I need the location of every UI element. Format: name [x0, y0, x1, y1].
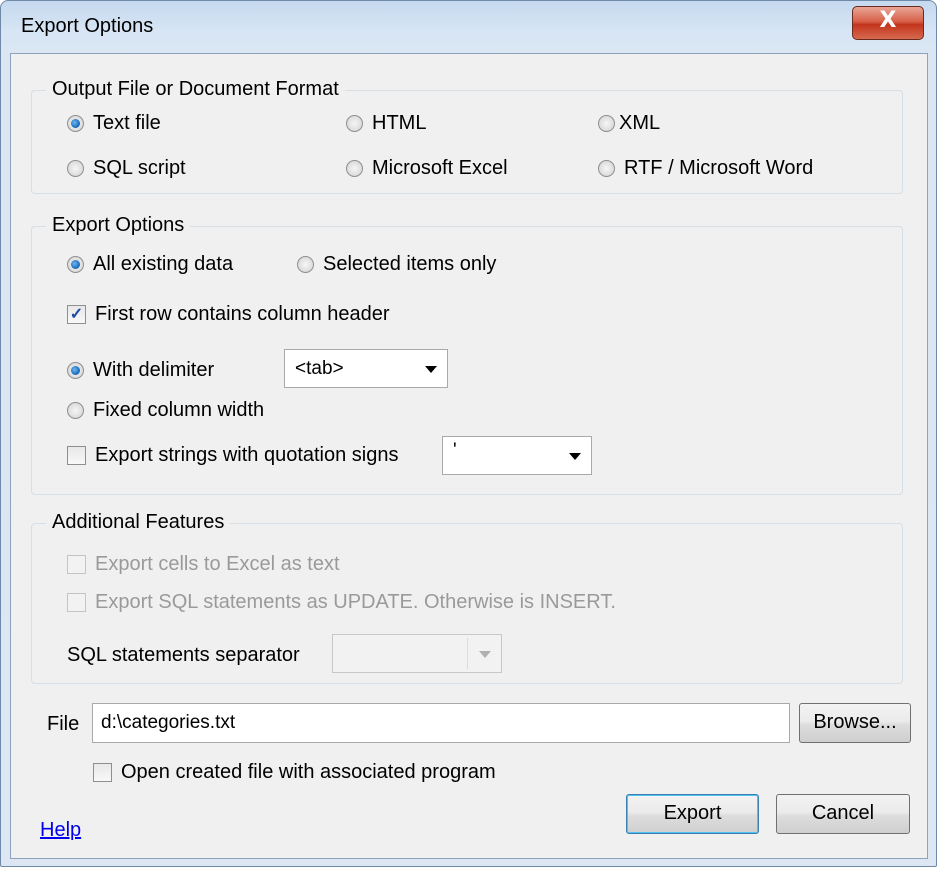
excel-text-checkbox[interactable]: Export cells to Excel as text [67, 553, 340, 576]
with-delimiter-label: With delimiter [93, 359, 215, 381]
sql-update-checkbox[interactable]: Export SQL statements as UPDATE. Otherwi… [67, 591, 616, 614]
browse-button[interactable]: Browse... [799, 703, 911, 743]
checkbox-icon [93, 763, 112, 782]
dropdown-divider [467, 638, 468, 669]
all-data-radio[interactable]: All existing data [67, 253, 233, 276]
radio-icon [598, 160, 615, 177]
chevron-down-icon [569, 453, 581, 460]
format-text-radio[interactable]: Text file [67, 112, 161, 135]
radio-icon [346, 115, 363, 132]
format-html-label: HTML [372, 112, 427, 134]
format-sql-radio[interactable]: SQL script [67, 157, 186, 180]
with-delimiter-radio[interactable]: With delimiter [67, 359, 214, 382]
format-rtf-radio[interactable]: RTF / Microsoft Word [598, 157, 813, 180]
export-button[interactable]: Export [626, 794, 759, 834]
format-excel-radio[interactable]: Microsoft Excel [346, 157, 508, 180]
excel-text-label: Export cells to Excel as text [95, 553, 340, 575]
selected-only-label: Selected items only [323, 253, 497, 275]
radio-icon [297, 256, 314, 273]
open-created-checkbox[interactable]: Open created file with associated progra… [93, 761, 496, 784]
radio-icon [67, 160, 84, 177]
chevron-down-icon [425, 366, 437, 373]
first-row-header-checkbox[interactable]: ✓ First row contains column header [67, 303, 390, 326]
checkbox-icon [67, 446, 86, 465]
format-sql-label: SQL script [93, 157, 186, 179]
close-icon: X [879, 8, 897, 33]
checkbox-icon [67, 593, 86, 612]
dialog-body: Output File or Document Format Text file… [10, 53, 928, 859]
additional-features-group-title: Additional Features [46, 511, 231, 534]
quote-select[interactable]: ' [442, 436, 592, 475]
quote-strings-checkbox[interactable]: Export strings with quotation signs [67, 444, 399, 467]
export-options-dialog: Export Options X Output File or Document… [0, 0, 937, 867]
radio-icon [67, 362, 84, 379]
chevron-down-icon [479, 651, 491, 658]
format-group-title: Output File or Document Format [46, 78, 345, 101]
format-rtf-label: RTF / Microsoft Word [624, 157, 814, 179]
help-link[interactable]: Help [40, 819, 81, 842]
selected-only-radio[interactable]: Selected items only [297, 253, 496, 276]
radio-icon [67, 256, 84, 273]
checkbox-icon [67, 555, 86, 574]
format-xml-label: XML [619, 112, 661, 134]
sql-update-label: Export SQL statements as UPDATE. Otherwi… [95, 591, 616, 613]
separator-select[interactable] [332, 634, 502, 673]
close-button[interactable]: X [852, 6, 924, 40]
quote-strings-label: Export strings with quotation signs [95, 444, 399, 466]
title-bar[interactable]: Export Options X [1, 1, 936, 53]
cancel-button[interactable]: Cancel [776, 794, 910, 834]
file-path-input[interactable]: d:\categories.txt [92, 703, 790, 743]
radio-icon [346, 160, 363, 177]
format-html-radio[interactable]: HTML [346, 112, 426, 135]
all-data-label: All existing data [93, 253, 234, 275]
format-xml-radio[interactable]: XML [598, 112, 660, 135]
format-text-label: Text file [93, 112, 161, 134]
file-label: File [47, 713, 80, 735]
separator-label: SQL statements separator [67, 644, 300, 666]
radio-icon [67, 115, 84, 132]
fixed-width-label: Fixed column width [93, 399, 265, 421]
delimiter-select[interactable]: <tab> [284, 349, 448, 388]
quote-value: ' [453, 440, 457, 461]
dialog-title: Export Options [21, 15, 154, 37]
delimiter-value: <tab> [295, 358, 344, 379]
first-row-header-label: First row contains column header [95, 303, 390, 325]
radio-icon [67, 402, 84, 419]
format-excel-label: Microsoft Excel [372, 157, 508, 179]
radio-icon [598, 115, 615, 132]
file-path-value: d:\categories.txt [101, 712, 236, 733]
open-created-label: Open created file with associated progra… [121, 761, 496, 783]
export-options-group-title: Export Options [46, 214, 191, 237]
fixed-width-radio[interactable]: Fixed column width [67, 399, 264, 422]
check-icon: ✓ [67, 305, 86, 324]
